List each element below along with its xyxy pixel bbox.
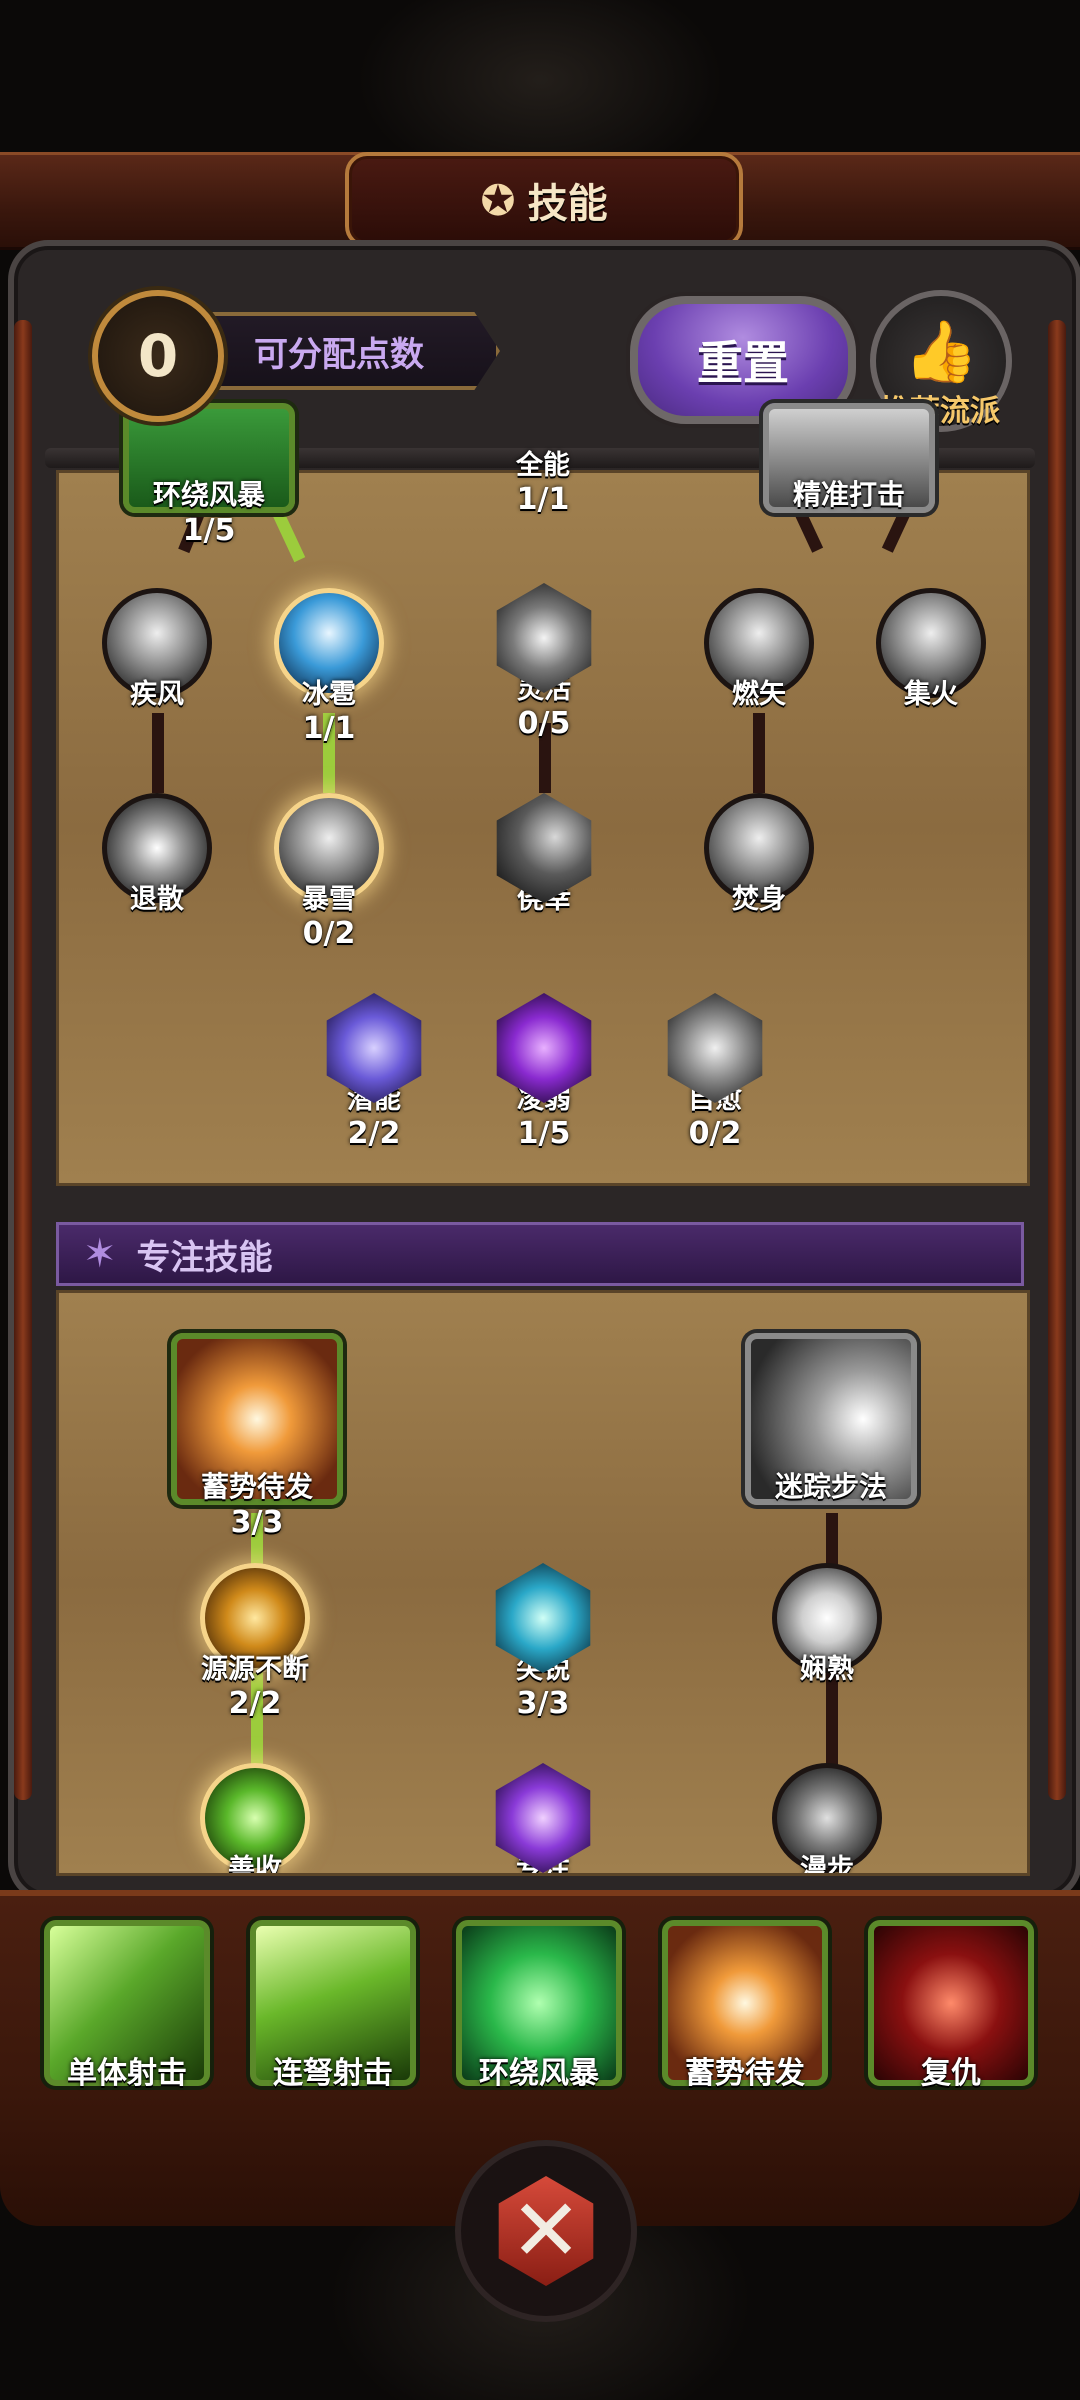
skill-node-agile[interactable]: 灵活 0/5 xyxy=(484,583,604,741)
skill-node-proficient[interactable]: 娴熟 xyxy=(767,1563,887,1686)
equipped-skill-poised[interactable]: 蓄势待发 xyxy=(662,1920,828,2092)
right-side-bar xyxy=(1048,320,1066,1800)
left-side-bar xyxy=(14,320,32,1800)
skill-node-endless[interactable]: 源源不断 2/2 xyxy=(195,1563,315,1721)
star-icon: ✶ xyxy=(83,1231,117,1277)
equipped-skill-surround-storm[interactable]: 环绕风暴 xyxy=(456,1920,622,2092)
skill-node-stroll[interactable]: 漫步 xyxy=(767,1763,887,1873)
skill-node-focus[interactable]: 专注 xyxy=(483,1763,603,1873)
equipped-skill-revenge[interactable]: 复仇 xyxy=(868,1920,1034,2092)
skill-node-burning-arrow[interactable]: 燃矢 xyxy=(699,588,819,711)
connector xyxy=(753,713,765,793)
thumbs-up-icon: 👍 xyxy=(903,317,979,387)
focus-skills-title: 专注技能 xyxy=(136,1237,273,1278)
skill-node-blizzard[interactable]: 暴雪 0/2 xyxy=(269,793,389,951)
skill-node-immolate[interactable]: 焚身 xyxy=(699,793,819,916)
skill-node-sharp[interactable]: 尖锐 3/3 xyxy=(483,1563,603,1721)
skill-node-potential[interactable]: 潜能 2/2 xyxy=(314,993,434,1151)
skill-node-poised[interactable]: 蓄势待发 3/3 xyxy=(167,1333,347,1540)
skill-node-bully[interactable]: 凌弱 1/5 xyxy=(484,993,604,1151)
equipped-skill-multishot[interactable]: 连弩射击 xyxy=(250,1920,416,2092)
skill-tree-panel[interactable]: 环绕风暴 1/5 全能 1/1 精准打击 疾风 冰雹 1/1 灵活 0/5 燃矢… xyxy=(56,403,1030,1186)
wheel-icon: ✪ xyxy=(480,175,516,225)
title-plate: ✪ 技能 xyxy=(345,152,743,248)
skill-node-hail[interactable]: 冰雹 1/1 xyxy=(269,588,389,746)
skill-node-elusive-step[interactable]: 迷踪步法 xyxy=(741,1333,921,1505)
page-title: 技能 xyxy=(527,181,608,227)
skill-node-good-harvest[interactable]: 善收 xyxy=(195,1763,315,1873)
skill-node-gale[interactable]: 疾风 xyxy=(97,588,217,711)
close-icon: ✕ xyxy=(498,2176,594,2286)
skill-node-self-heal[interactable]: 自愈 0/2 xyxy=(655,993,775,1151)
points-counter: 0 xyxy=(92,290,224,422)
connector xyxy=(152,713,164,793)
focus-skills-header: ✶ 专注技能 xyxy=(56,1222,1024,1286)
points-label: 可分配点数 xyxy=(180,312,500,390)
focus-tree-panel[interactable]: 蓄势待发 3/3 迷踪步法 源源不断 2/2 尖锐 3/3 娴熟 善收 专注 漫… xyxy=(56,1290,1030,1876)
skill-node-precise-strike[interactable]: 精准打击 xyxy=(759,403,939,513)
skill-node-repel[interactable]: 退散 xyxy=(97,793,217,916)
skill-node-lucky[interactable]: 侥幸 xyxy=(484,793,604,916)
equipped-skill-single-shot[interactable]: 单体射击 xyxy=(44,1920,210,2092)
close-button[interactable]: ✕ xyxy=(455,2140,637,2322)
skill-node-versatile[interactable]: 全能 1/1 xyxy=(483,443,603,517)
skill-node-focus-fire[interactable]: 集火 xyxy=(871,588,991,711)
skill-node-surround-storm[interactable]: 环绕风暴 1/5 xyxy=(119,403,299,548)
